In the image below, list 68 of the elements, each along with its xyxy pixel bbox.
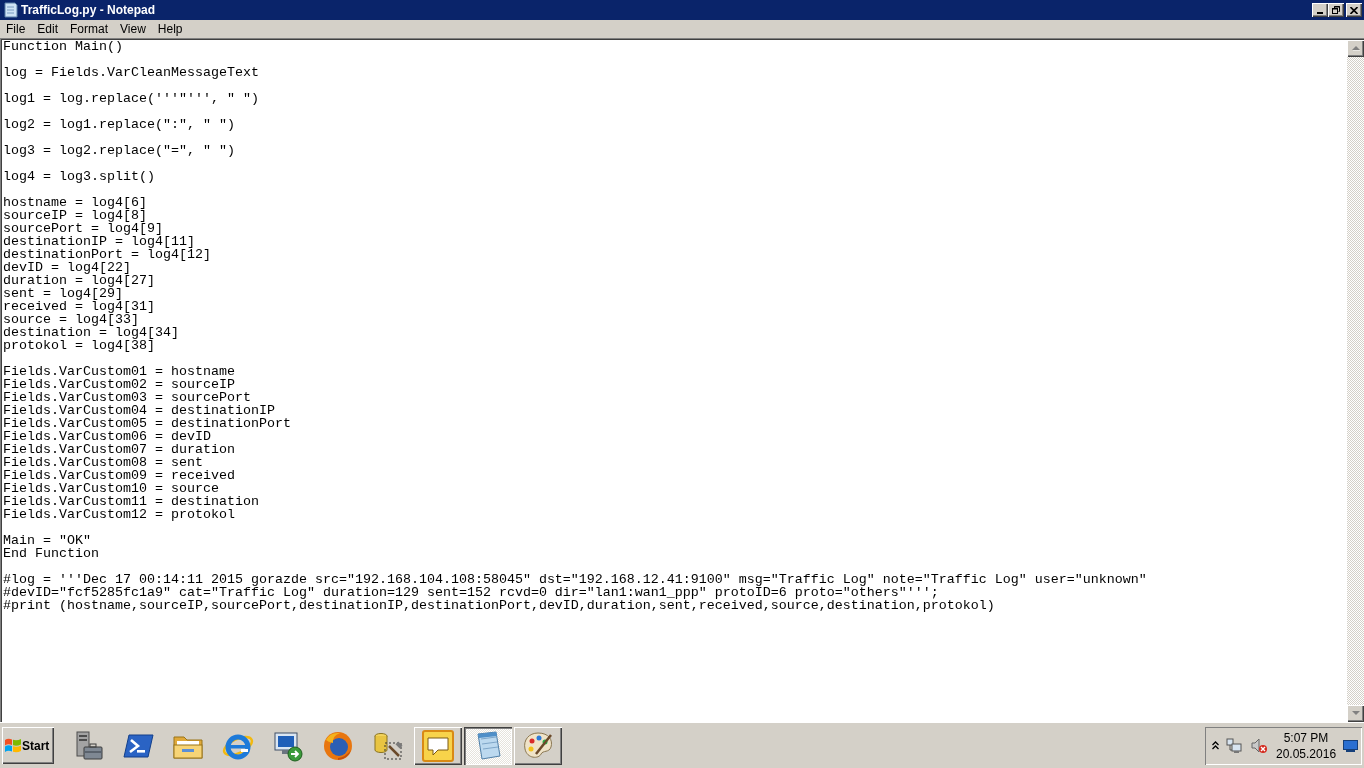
code-line: #devID="fcf5285fc1a9" cat="Traffic Log" duration=129 sent=152 rcvd=0 dir="lan1:wan1_ppp" protoID=6 proto="others"'''; bbox=[3, 586, 939, 599]
code-line: log3 = log2.replace("=", " ") bbox=[3, 144, 235, 157]
code-line: Fields.VarCustom04 = destinationIP bbox=[3, 404, 275, 417]
code-line: destinationIP = log4[11] bbox=[3, 235, 195, 248]
close-button[interactable] bbox=[1346, 3, 1362, 17]
vertical-scrollbar[interactable] bbox=[1347, 40, 1364, 722]
code-line: Fields.VarCustom07 = duration bbox=[3, 443, 235, 456]
taskbar-button[interactable] bbox=[414, 726, 462, 765]
globe-icon bbox=[322, 729, 354, 762]
code-line: Fields.VarCustom05 = destinationPort bbox=[3, 417, 291, 430]
windows-logo-icon bbox=[5, 738, 21, 753]
code-line: received = log4[31] bbox=[3, 300, 155, 313]
code-line: destinationPort = log4[12] bbox=[3, 248, 211, 261]
menu-item[interactable]: View bbox=[114, 20, 152, 38]
code-line: sourceIP = log4[8] bbox=[3, 209, 147, 222]
code-line: log4 = log3.split() bbox=[3, 170, 155, 183]
code-line: Function Main() bbox=[3, 40, 123, 53]
code-line: protokol = log4[38] bbox=[3, 339, 155, 352]
scroll-up-button[interactable] bbox=[1347, 40, 1364, 57]
code-line: log1 = log.replace('''"''', " ") bbox=[3, 92, 259, 105]
code-line: Fields.VarCustom09 = received bbox=[3, 469, 235, 482]
code-line: sent = log4[29] bbox=[3, 287, 123, 300]
code-line: destination = log4[34] bbox=[3, 326, 179, 339]
start-button[interactable]: Start bbox=[2, 727, 54, 764]
minimize-icon bbox=[1317, 11, 1323, 14]
restore-button[interactable] bbox=[1328, 3, 1344, 17]
menu-item[interactable]: Edit bbox=[31, 20, 65, 38]
menu-item[interactable]: Help bbox=[151, 20, 189, 38]
code-line: log2 = log1.replace(":", " ") bbox=[3, 118, 235, 131]
sticky-note-icon bbox=[422, 729, 454, 762]
remote-desktop-icon bbox=[272, 729, 304, 762]
code-line: source = log4[33] bbox=[3, 313, 139, 326]
restore-icon bbox=[1332, 6, 1340, 14]
taskbar-button[interactable] bbox=[514, 726, 562, 765]
down-arrow-icon bbox=[1351, 711, 1360, 716]
code-line: devID = log4[22] bbox=[3, 261, 131, 274]
minimize-button[interactable] bbox=[1312, 3, 1328, 17]
code-line: log = Fields.VarCleanMessageText bbox=[3, 66, 259, 79]
code-line: Fields.VarCustom03 = sourcePort bbox=[3, 391, 251, 404]
chevron-up-icon[interactable] bbox=[1212, 741, 1219, 750]
clock-date[interactable]: 20.05.2016 bbox=[1276, 745, 1337, 762]
close-icon bbox=[1350, 6, 1358, 14]
code-line: Fields.VarCustom06 = devID bbox=[3, 430, 211, 443]
code-line: #print (hostname,sourceIP,sourcePort,destinationIP,destinationPort,devID,duration,sent,received,source,destination,protokol) bbox=[3, 599, 995, 612]
clock-time[interactable]: 5:07 PM bbox=[1283, 729, 1329, 746]
speaker-muted-icon[interactable] bbox=[1251, 737, 1267, 754]
notepad-icon bbox=[3, 2, 18, 18]
text-editor[interactable] bbox=[0, 38, 1364, 722]
code-line: Main = "OK" bbox=[3, 534, 91, 547]
code-line: End Function bbox=[3, 547, 99, 560]
code-line: Fields.VarCustom08 = sent bbox=[3, 456, 203, 469]
show-desktop-icon[interactable] bbox=[1343, 739, 1358, 752]
code-line: Fields.VarCustom11 = destination bbox=[3, 495, 259, 508]
taskbar-button[interactable] bbox=[464, 726, 512, 765]
code-line: hostname = log4[6] bbox=[3, 196, 147, 209]
code-line: sourcePort = log4[9] bbox=[3, 222, 163, 235]
code-line: duration = log4[27] bbox=[3, 274, 155, 287]
network-icon[interactable] bbox=[1226, 737, 1242, 754]
code-line: Fields.VarCustom01 = hostname bbox=[3, 365, 235, 378]
window-title: TrafficLog.py - Notepad bbox=[21, 3, 155, 17]
code-line: Fields.VarCustom10 = source bbox=[3, 482, 219, 495]
scroll-down-button[interactable] bbox=[1347, 705, 1364, 722]
code-line: #log = '''Dec 17 00:14:11 2015 gorazde src="192.168.104.108:58045" dst="192.168.12.41:9100" msg="Traffic Log" note="Traffic Log" user="unknown" bbox=[3, 573, 1147, 586]
code-line: Fields.VarCustom02 = sourceIP bbox=[3, 378, 235, 391]
menu-item[interactable]: File bbox=[0, 20, 32, 38]
up-arrow-icon bbox=[1351, 46, 1360, 51]
code-line: Fields.VarCustom12 = protokol bbox=[3, 508, 235, 521]
menu-item[interactable]: Format bbox=[64, 20, 115, 38]
